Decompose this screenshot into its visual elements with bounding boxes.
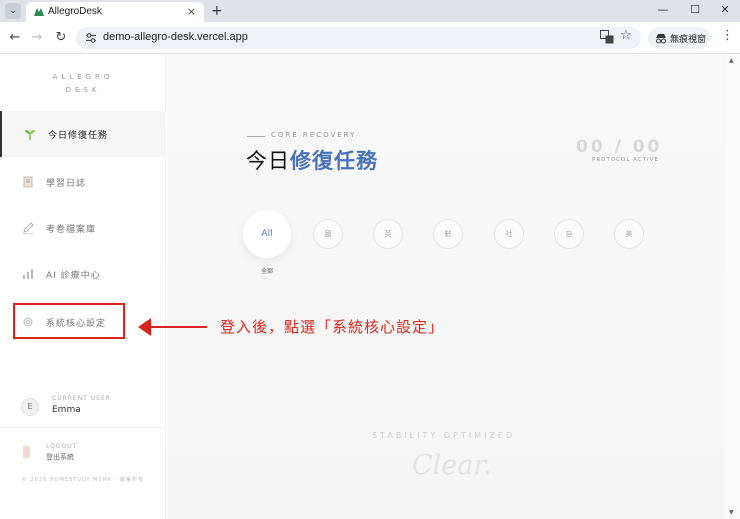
page-title: 今日修復任務 [246,145,378,175]
incognito-icon [656,34,666,44]
logout-door-icon [23,446,30,458]
filter-chinese[interactable]: 國 [313,219,343,249]
current-user[interactable]: E CURRENT USER Emma [0,388,166,428]
sprout-icon [25,130,35,140]
annotation-arrow-line [148,326,207,328]
sidebar-item-exam-archive[interactable]: 考卷檔案庫 [0,205,166,251]
brand-line-1: ALLEGRO [52,73,114,81]
forward-arrow-icon[interactable]: → [29,30,45,46]
page-title-prefix: 今日 [246,149,290,173]
protocol-counter: 00 / 00 [576,137,663,157]
reload-icon[interactable]: ↻ [53,30,69,46]
tab-search-chevron-icon[interactable]: ⌄ [5,3,21,19]
page-title-accent: 修復任務 [290,149,378,173]
filter-english[interactable]: 英 [373,219,403,249]
sidebar-item-label: AI 診療中心 [46,271,101,281]
url-text: demo-allegro-desk.vercel.app [103,31,248,43]
chart-icon [23,269,33,279]
translate-icon[interactable] [600,30,614,44]
brand-logo[interactable]: ALLEGRO DESK [0,71,166,97]
pencil-icon [23,222,34,234]
logout-label: 登出系統 [46,453,74,461]
browser-tab-bar: ⌄ AllegroDesk × + — ☐ ✕ [0,0,740,22]
avatar: E [21,398,39,416]
sidebar-item-label: 今日修復任務 [48,131,109,141]
allegro-favicon-icon [34,8,44,16]
protocol-caption: PROTOCOL ACTIVE [592,157,659,163]
notebook-icon [23,176,33,188]
settings-highlight-box [13,303,125,339]
tab-close-icon[interactable]: × [187,5,196,18]
sidebar-item-today-repair[interactable]: 今日修復任務 [0,111,166,157]
brand-line-2: DESK [65,86,101,94]
back-arrow-icon[interactable]: ← [7,30,23,46]
stability-label: STABILITY OPTIMIZED [372,431,516,440]
copyright: © 2026 HOMESTUDY MSMK · 版權所有 [22,477,145,483]
scroll-down-arrow-icon[interactable]: ▼ [729,509,734,516]
incognito-badge[interactable]: 無痕視窗 [648,27,710,49]
bookmark-star-icon[interactable]: ☆ [620,28,632,43]
filter-social[interactable]: 社 [494,219,524,249]
new-tab-button[interactable]: + [211,2,223,20]
section-eyebrow: CORE RECOVERY [271,131,357,139]
sidebar-item-ai-clinic[interactable]: AI 診療中心 [0,251,166,297]
maximize-button[interactable]: ☐ [687,3,703,16]
current-user-name: Emma [52,405,81,415]
clear-watermark: Clear. [412,450,492,481]
browser-toolbar: ← → ↻ demo-allegro-desk.vercel.app ☆ 無痕視… [0,22,740,54]
current-user-caption: CURRENT USER [52,395,111,402]
sidebar-item-label: 考卷檔案庫 [46,225,97,235]
tab-title: AllegroDesk [48,6,102,17]
scroll-up-arrow-icon[interactable]: ▲ [729,57,734,64]
close-window-button[interactable]: ✕ [717,3,733,16]
browser-tab[interactable]: AllegroDesk × [26,2,204,22]
eyebrow-divider [247,136,265,137]
logout-caption: LOGOUT [46,443,78,450]
site-settings-icon[interactable] [85,32,97,44]
logout-button[interactable]: LOGOUT 登出系統 [0,440,166,464]
filter-art[interactable]: 美 [614,219,644,249]
scrollbar[interactable] [725,55,740,519]
browser-menu-icon[interactable]: ⋮ [721,28,734,43]
filter-caption: 全部 [260,268,273,275]
sidebar-item-label: 學習日誌 [46,179,87,189]
minimize-button[interactable]: — [655,3,671,16]
sidebar-item-learning-log[interactable]: 學習日誌 [0,159,166,205]
incognito-label: 無痕視窗 [670,35,707,45]
filter-math[interactable]: 數 [433,219,463,249]
annotation-text: 登入後，點選「系統核心設定」 [220,318,445,336]
sidebar: ALLEGRO DESK 今日修復任務 學習日誌 考卷檔案庫 AI 診療中心 系… [0,55,166,519]
address-bar[interactable]: demo-allegro-desk.vercel.app [76,27,641,49]
filter-science[interactable]: 自 [554,219,584,249]
filter-all[interactable]: All [243,210,291,258]
